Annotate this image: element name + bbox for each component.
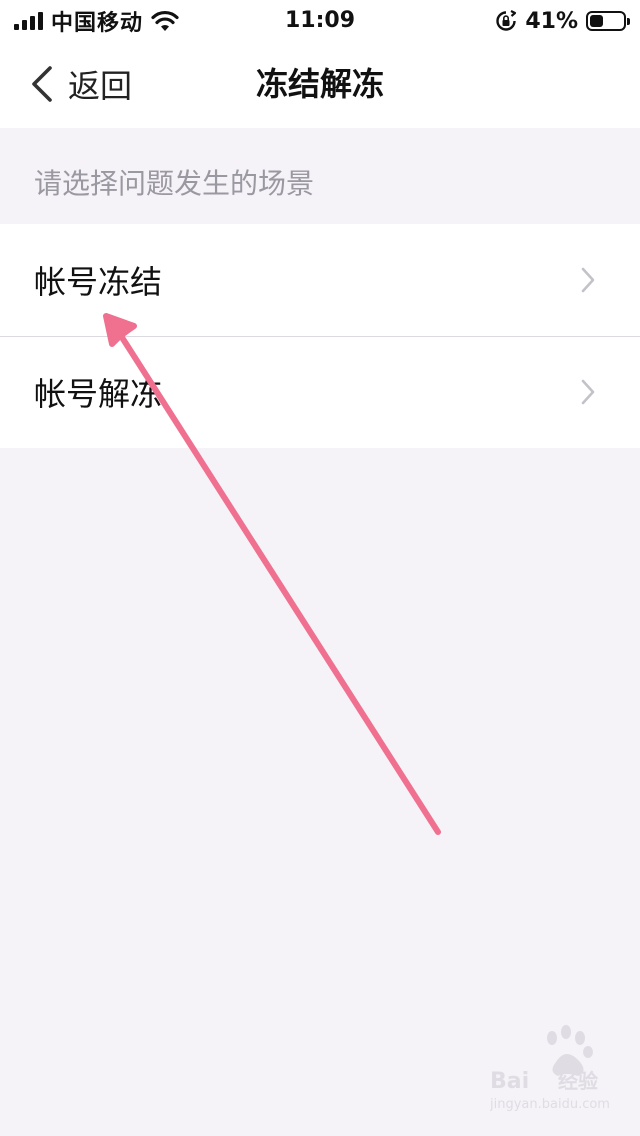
battery-percent: 41% bbox=[525, 8, 578, 34]
scene-list: 帐号冻结 帐号解冻 bbox=[0, 224, 640, 448]
baidu-paw-icon: Bai 经验 jingyan.baidu.com bbox=[489, 1025, 610, 1112]
chevron-left-icon bbox=[32, 66, 52, 102]
chevron-right-icon bbox=[581, 267, 595, 293]
battery-icon bbox=[586, 11, 630, 31]
status-right: 41% bbox=[495, 6, 630, 36]
watermark-domain: jingyan.baidu.com bbox=[490, 1097, 610, 1112]
watermark: Bai 经验 jingyan.baidu.com bbox=[489, 1022, 610, 1116]
back-button[interactable]: 返回 bbox=[28, 40, 132, 128]
battery-fill bbox=[590, 15, 604, 27]
watermark-brand-suffix: 经验 bbox=[558, 1069, 598, 1093]
list-item-account-unfreeze[interactable]: 帐号解冻 bbox=[0, 336, 640, 448]
watermark-brand: Bai bbox=[490, 1069, 529, 1094]
status-bar: 中国移动 11:09 41% bbox=[0, 0, 640, 40]
screen: 中国移动 11:09 41% 返回 冻结解冻 请选择问题发生的场景 帐号冻结 帐… bbox=[0, 0, 640, 1136]
orientation-lock-icon bbox=[496, 10, 517, 31]
back-label: 返回 bbox=[68, 67, 133, 105]
chevron-right-icon bbox=[581, 379, 595, 405]
list-item-account-freeze[interactable]: 帐号冻结 bbox=[0, 224, 640, 336]
list-item-label: 帐号冻结 bbox=[34, 263, 163, 301]
list-item-label: 帐号解冻 bbox=[34, 375, 163, 413]
nav-bar: 返回 冻结解冻 bbox=[0, 40, 640, 128]
section-header: 请选择问题发生的场景 bbox=[34, 167, 315, 200]
